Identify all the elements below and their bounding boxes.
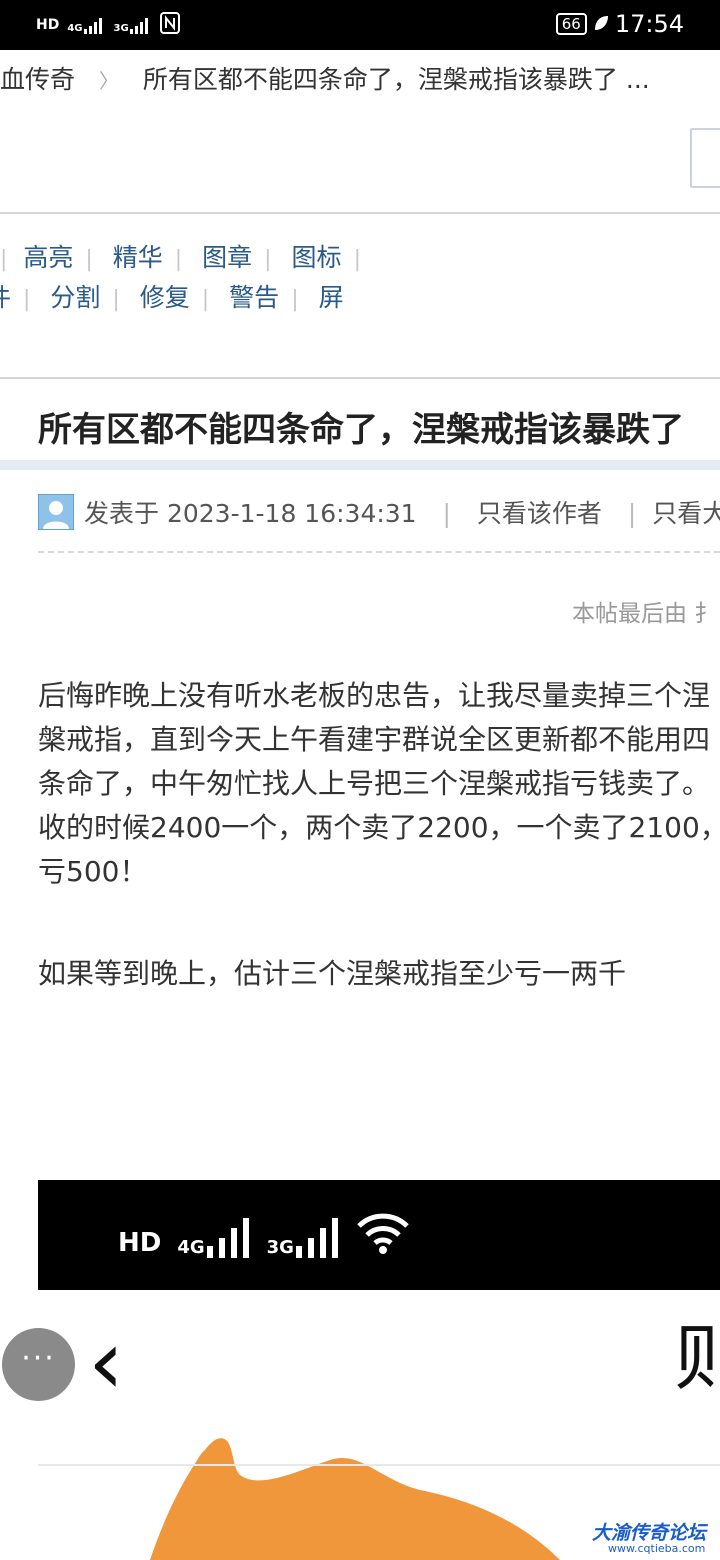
post-meta: 发表于 2023-1-18 16:34:31 | 只看该作者 | 只看大 <box>84 494 720 530</box>
dashed-divider <box>38 551 720 553</box>
mod-tools-row-1: | 高亮 | 精华 | 图章 | 图标 | <box>0 243 361 272</box>
tool-repair-link[interactable]: 修复 <box>140 283 190 312</box>
post-paragraph: 后悔昨晚上没有听水老板的忠告，让我尽量卖掉三个涅槃戒指，直到今天上午看建宇群说全… <box>38 679 720 888</box>
watermark-url: www.cqtieba.com <box>608 1542 706 1555</box>
divider <box>38 1464 720 1466</box>
watermark-logo: 大渝传奇论坛 <box>592 1522 707 1544</box>
breadcrumb-separator-icon: 〉 <box>98 69 119 93</box>
post-title: 所有区都不能四条命了，涅槃戒指该暴跌了 <box>38 410 684 450</box>
embedded-partial-title: 则 <box>674 1316 720 1400</box>
only-author-link[interactable]: 只看该作者 <box>477 499 602 528</box>
title-underline <box>0 460 720 470</box>
signal-4g-icon: 4G <box>67 16 105 34</box>
clock: 17:54 <box>614 10 684 38</box>
signal-3g-icon: 3G <box>114 16 152 34</box>
tool-stamp-link[interactable]: 图章 <box>202 243 252 272</box>
tool-partial-link[interactable]: 件 <box>0 283 11 312</box>
tool-icon-link[interactable]: 图标 <box>292 243 342 272</box>
breadcrumb-forum-link[interactable]: 血传奇 <box>0 65 75 94</box>
tool-digest-link[interactable]: 精华 <box>113 243 163 272</box>
breadcrumb-thread-link[interactable]: 所有区都不能四条命了，涅槃戒指该暴跌了 ... <box>143 65 650 94</box>
search-input[interactable] <box>690 128 720 188</box>
embedded-signal-4g-icon: 4G <box>177 1218 250 1258</box>
posted-label: 发表于 <box>84 499 160 528</box>
leaf-icon <box>593 10 609 38</box>
divider <box>0 377 720 379</box>
only-large-link[interactable]: 只看大 <box>652 499 720 528</box>
user-avatar-icon <box>43 501 69 529</box>
breadcrumb: 血传奇 〉 所有区都不能四条命了，涅槃戒指该暴跌了 ... <box>0 60 720 104</box>
embedded-wifi-icon <box>356 1210 410 1258</box>
embedded-image-statusbar: HD 4G 3G <box>38 1180 720 1290</box>
edit-note: 本帖最后由 扌 <box>572 601 718 627</box>
tool-block-link[interactable]: 屏 <box>319 283 344 312</box>
tool-highlight-link[interactable]: 高亮 <box>23 243 73 272</box>
embedded-hd-indicator: HD <box>118 1228 162 1258</box>
battery-icon: 66 <box>555 13 587 35</box>
separator: | <box>0 247 8 272</box>
tool-split-link[interactable]: 分割 <box>50 283 100 312</box>
back-chevron-icon: ‹ <box>88 1310 124 1415</box>
hd-indicator: HD <box>36 17 60 33</box>
posted-time: 2023-1-18 16:34:31 <box>166 499 417 528</box>
tool-warn-link[interactable]: 警告 <box>229 283 279 312</box>
post-paragraph: 如果等到晚上，估计三个涅槃戒指至少亏一两千 <box>38 957 627 990</box>
more-button[interactable]: ··· <box>2 1328 75 1401</box>
avatar[interactable] <box>38 494 74 530</box>
mod-tools-row-2: 件| 分割| 修复| 警告| 屏 <box>0 278 706 314</box>
status-bar: HD 4G 3G 66 17:54 <box>0 0 720 50</box>
divider <box>0 212 720 214</box>
embedded-signal-3g-icon: 3G <box>267 1218 340 1258</box>
nfc-icon <box>159 12 180 38</box>
